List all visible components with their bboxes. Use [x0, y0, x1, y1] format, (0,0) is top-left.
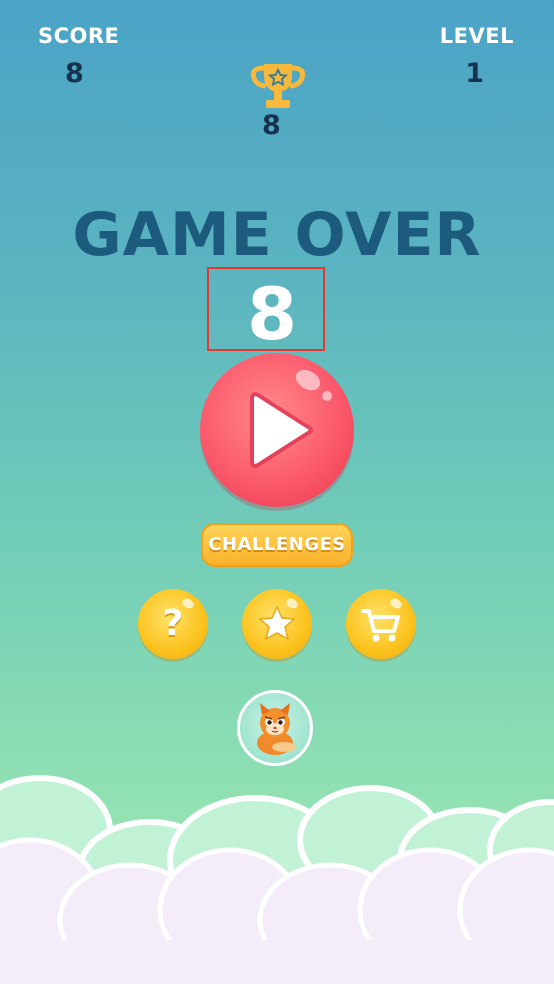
- play-button[interactable]: [200, 353, 354, 507]
- game-over-title: GAME OVER: [72, 200, 482, 270]
- help-icon: ?: [162, 603, 184, 644]
- final-score: 8: [246, 272, 298, 356]
- level-value: 1: [465, 58, 484, 89]
- clouds-decoration: [0, 775, 554, 984]
- best-score-value: 8: [262, 110, 281, 141]
- score-label: SCORE: [38, 24, 120, 48]
- score-value: 8: [65, 58, 84, 89]
- rate-button[interactable]: [242, 589, 312, 659]
- play-icon: [250, 392, 313, 468]
- shine-dot: [322, 391, 332, 401]
- trophy-icon: [250, 64, 306, 108]
- star-icon: [259, 606, 295, 640]
- help-button[interactable]: ?: [138, 589, 208, 659]
- challenges-button[interactable]: CHALLENGES: [201, 523, 353, 567]
- cat-character: [257, 703, 296, 755]
- character-button[interactable]: [237, 690, 313, 766]
- cart-icon: [361, 609, 400, 642]
- level-label: LEVEL: [439, 24, 514, 48]
- shop-button[interactable]: [346, 589, 416, 659]
